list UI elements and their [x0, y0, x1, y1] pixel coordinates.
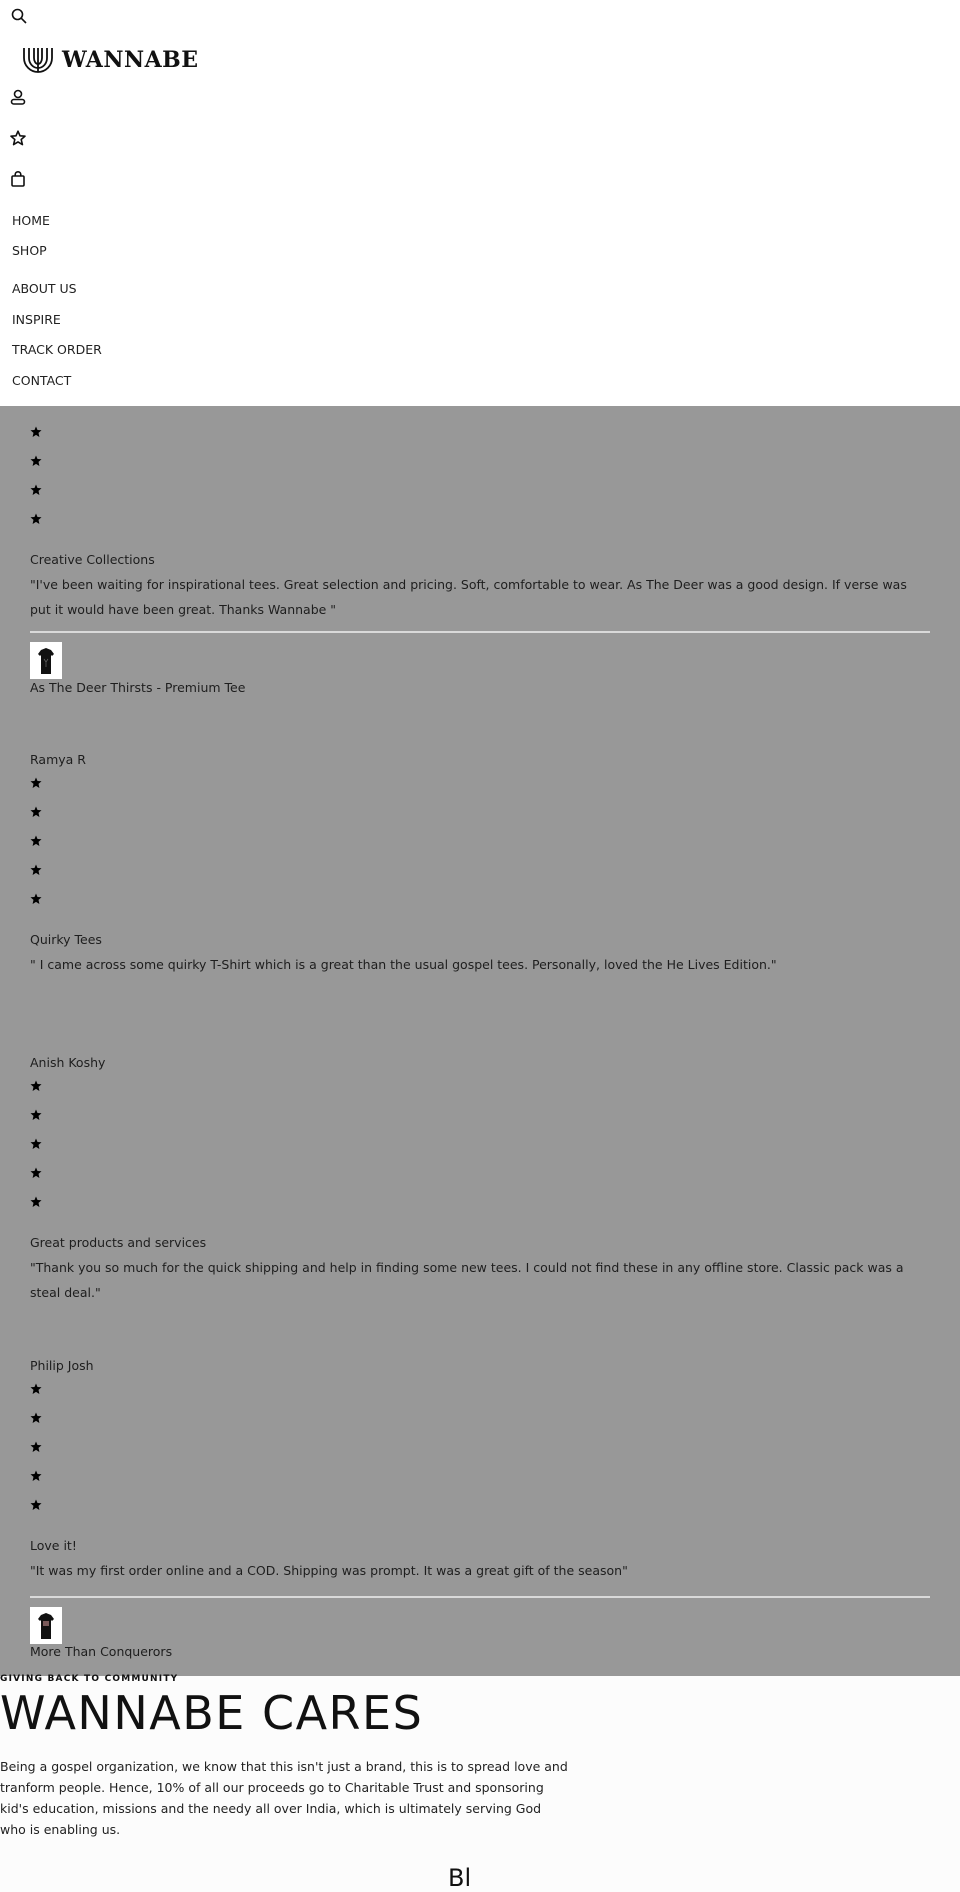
next-section-heading: Bl — [448, 1864, 472, 1892]
star-filled-icon — [30, 861, 42, 875]
tshirt-icon — [38, 647, 54, 674]
review-body: "It was my first order online and a COD.… — [30, 1563, 628, 1578]
review-title: Love it! — [30, 1538, 77, 1553]
star-filled-icon — [30, 803, 42, 817]
review-title: Great products and services — [30, 1235, 207, 1250]
star-filled-icon — [30, 1438, 42, 1452]
star-filled-icon — [30, 1380, 42, 1394]
product-link[interactable]: More Than Conquerors — [30, 1644, 172, 1659]
wannabe-cares-section: GIVING BACK TO COMMUNITY WANNABE CARES B… — [0, 1674, 960, 1892]
nav-item-about-us[interactable]: ABOUT US — [12, 281, 77, 296]
review-body: "Thank you so much for the quick shippin… — [30, 1260, 904, 1300]
shopping-bag-icon — [11, 171, 25, 187]
nav-item-contact[interactable]: CONTACT — [12, 373, 71, 388]
product-link[interactable]: As The Deer Thirsts - Premium Tee — [30, 680, 245, 695]
star-filled-icon — [30, 774, 42, 788]
brand-name: WANNABE — [62, 47, 199, 73]
star-filled-icon — [30, 452, 42, 466]
star-filled-icon — [30, 890, 42, 904]
star-filled-icon — [30, 1077, 42, 1091]
star-filled-icon — [30, 1467, 42, 1481]
star-filled-icon — [30, 1409, 42, 1423]
brand-logo[interactable]: WANNABE — [22, 46, 199, 74]
menorah-logo-icon — [23, 48, 53, 73]
search-icon — [11, 8, 27, 24]
site-header: WANNABE HOME SHOP ABOUT US INSPIRE TRACK… — [0, 0, 960, 406]
review-body: "I've been waiting for inspirational tee… — [30, 577, 907, 617]
review-author: Ramya R — [30, 752, 86, 767]
testimonials-section: Creative Collections "I've been waiting … — [0, 406, 960, 1676]
section-title: WANNABE CARES — [0, 1686, 424, 1740]
star-filled-icon — [30, 481, 42, 495]
nav-item-inspire[interactable]: INSPIRE — [12, 312, 61, 327]
review-author: Philip Josh — [30, 1358, 94, 1373]
nav-item-shop[interactable]: SHOP — [12, 243, 47, 258]
section-body: Being a gospel organization, we know tha… — [0, 1759, 568, 1837]
nav-item-home[interactable]: HOME — [12, 213, 50, 228]
review-divider — [30, 631, 930, 633]
product-thumbnail[interactable] — [30, 642, 62, 679]
review-title: Creative Collections — [30, 552, 155, 567]
user-icon — [10, 89, 26, 105]
star-filled-icon — [30, 1164, 42, 1178]
tshirt-icon — [38, 1612, 54, 1639]
search-button[interactable] — [9, 6, 29, 26]
star-filled-icon — [30, 1135, 42, 1149]
star-filled-icon — [30, 510, 42, 524]
star-filled-icon — [30, 832, 42, 846]
star-outline-icon — [10, 130, 26, 146]
star-filled-icon — [30, 423, 42, 437]
nav-item-track-order[interactable]: TRACK ORDER — [12, 342, 102, 357]
review-body: " I came across some quirky T-Shirt whic… — [30, 957, 777, 972]
review-title: Quirky Tees — [30, 932, 102, 947]
wishlist-button[interactable] — [8, 128, 28, 148]
review-author: Anish Koshy — [30, 1055, 106, 1070]
account-button[interactable] — [8, 87, 28, 107]
cart-button[interactable] — [8, 169, 28, 189]
product-thumbnail[interactable] — [30, 1607, 62, 1644]
section-eyebrow: GIVING BACK TO COMMUNITY — [0, 1674, 179, 1684]
star-filled-icon — [30, 1496, 42, 1510]
star-filled-icon — [30, 1193, 42, 1207]
review-divider — [30, 1596, 930, 1598]
star-filled-icon — [30, 1106, 42, 1120]
